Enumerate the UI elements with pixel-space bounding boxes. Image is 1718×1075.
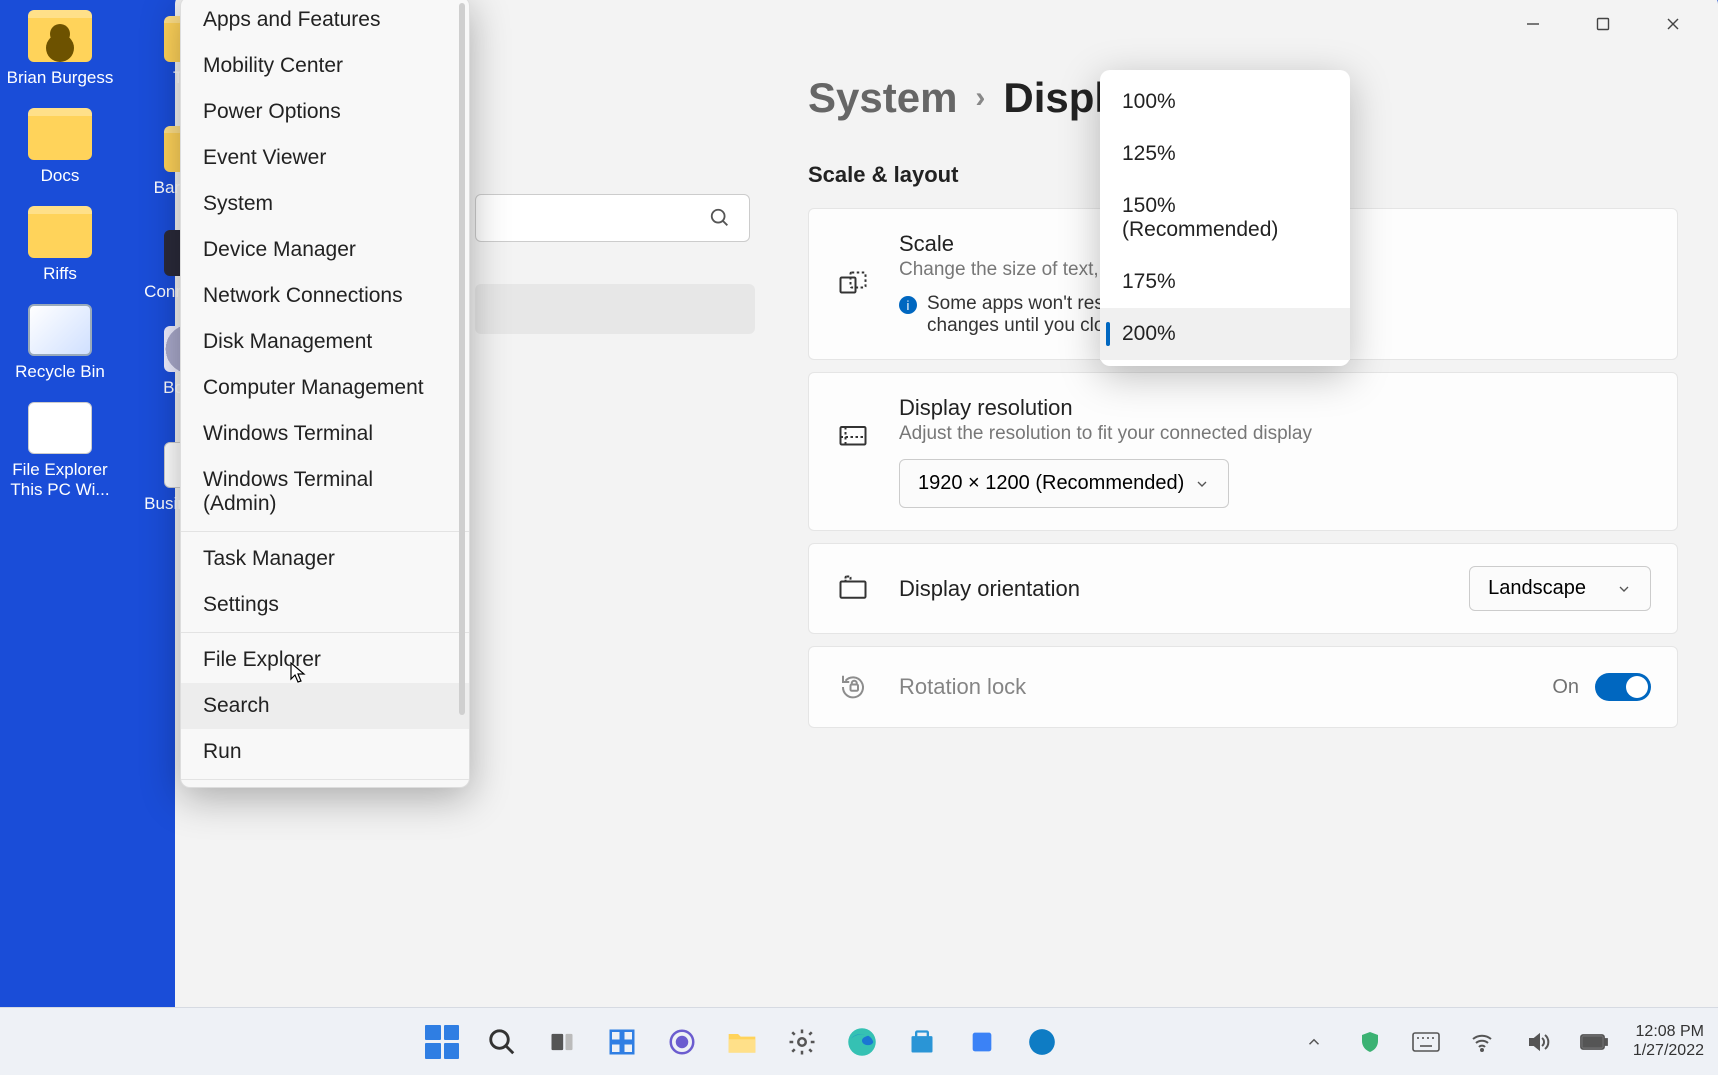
app2-button[interactable] <box>1017 1017 1067 1067</box>
taskbar: 12:08 PM 1/27/2022 <box>0 1007 1718 1075</box>
winx-separator <box>181 632 469 633</box>
orientation-select[interactable]: Landscape <box>1469 566 1651 611</box>
winx-mobility-center[interactable]: Mobility Center <box>181 43 469 89</box>
store-button[interactable] <box>897 1017 947 1067</box>
winx-menu: Apps and Features Mobility Center Power … <box>180 0 470 788</box>
info-icon: i <box>899 296 917 314</box>
scale-dropdown: 100% 125% 150% (Recommended) 175% 200% <box>1100 70 1350 366</box>
security-icon[interactable] <box>1345 1017 1395 1067</box>
chat-button[interactable] <box>657 1017 707 1067</box>
winx-windows-terminal[interactable]: Windows Terminal <box>181 411 469 457</box>
taskbar-time: 12:08 PM <box>1633 1023 1704 1041</box>
desktop-icon-user[interactable]: Brian Burgess <box>0 10 120 88</box>
search-icon <box>709 207 731 229</box>
resolution-desc: Adjust the resolution to fit your connec… <box>899 423 1651 445</box>
scale-icon <box>835 267 871 303</box>
resolution-select[interactable]: 1920 × 1200 (Recommended) <box>899 459 1229 508</box>
winx-system[interactable]: System <box>181 181 469 227</box>
chevron-right-icon: › <box>975 81 985 115</box>
desktop-icon-riffs[interactable]: Riffs <box>0 206 120 284</box>
desktop-icon-doc1[interactable]: File Explorer This PC Wi... <box>0 402 120 500</box>
desktop-icon-recyclebin[interactable]: Recycle Bin <box>0 304 120 382</box>
battery-icon[interactable] <box>1569 1017 1619 1067</box>
rotation-lock-icon <box>835 669 871 705</box>
winx-shutdown-signout[interactable]: Shut down or sign out › <box>181 784 469 788</box>
winx-run[interactable]: Run <box>181 729 469 775</box>
rotation-lock-card: Rotation lock On <box>808 646 1678 728</box>
chevron-down-icon <box>1616 581 1632 597</box>
rotation-state-label: On <box>1552 676 1579 699</box>
winx-computer-management[interactable]: Computer Management <box>181 365 469 411</box>
chevron-down-icon <box>1194 476 1210 492</box>
system-tray: 12:08 PM 1/27/2022 <box>1289 1017 1710 1067</box>
task-view-button[interactable] <box>537 1017 587 1067</box>
taskbar-center <box>417 1017 1067 1067</box>
winx-event-viewer[interactable]: Event Viewer <box>181 135 469 181</box>
maximize-button[interactable] <box>1568 4 1638 44</box>
winx-disk-management[interactable]: Disk Management <box>181 319 469 365</box>
rotation-title: Rotation lock <box>899 674 1026 700</box>
titlebar-controls <box>1498 4 1708 44</box>
winx-network-connections[interactable]: Network Connections <box>181 273 469 319</box>
taskbar-date: 1/27/2022 <box>1633 1042 1704 1060</box>
settings-taskbar-button[interactable] <box>777 1017 827 1067</box>
edge-button[interactable] <box>837 1017 887 1067</box>
taskbar-search-button[interactable] <box>477 1017 527 1067</box>
orientation-icon <box>835 571 871 607</box>
winx-separator <box>181 531 469 532</box>
close-button[interactable] <box>1638 4 1708 44</box>
winx-task-manager[interactable]: Task Manager <box>181 536 469 582</box>
app1-button[interactable] <box>957 1017 1007 1067</box>
rotation-toggle <box>1595 673 1651 701</box>
keyboard-icon[interactable] <box>1401 1017 1451 1067</box>
winx-file-explorer[interactable]: File Explorer <box>181 637 469 683</box>
winx-power-options[interactable]: Power Options <box>181 89 469 135</box>
wifi-icon[interactable] <box>1457 1017 1507 1067</box>
settings-search-input[interactable] <box>475 194 750 242</box>
winx-apps-features[interactable]: Apps and Features <box>181 0 469 43</box>
taskbar-clock[interactable]: 12:08 PM 1/27/2022 <box>1633 1023 1704 1060</box>
scale-option-200[interactable]: 200% <box>1100 308 1350 360</box>
desktop-icon-docs[interactable]: Docs <box>0 108 120 186</box>
scale-option-125[interactable]: 125% <box>1100 128 1350 180</box>
breadcrumb-parent[interactable]: System <box>808 74 957 122</box>
orientation-card[interactable]: Display orientation Landscape <box>808 543 1678 634</box>
file-explorer-button[interactable] <box>717 1017 767 1067</box>
scale-option-100[interactable]: 100% <box>1100 76 1350 128</box>
winx-search[interactable]: Search <box>181 683 469 729</box>
resolution-icon <box>835 419 871 455</box>
minimize-button[interactable] <box>1498 4 1568 44</box>
resolution-card[interactable]: Display resolution Adjust the resolution… <box>808 372 1678 531</box>
widgets-button[interactable] <box>597 1017 647 1067</box>
sidebar-selected-system[interactable] <box>475 284 755 334</box>
volume-icon[interactable] <box>1513 1017 1563 1067</box>
tray-overflow-button[interactable] <box>1289 1017 1339 1067</box>
orientation-title: Display orientation <box>899 576 1080 602</box>
winx-windows-terminal-admin[interactable]: Windows Terminal (Admin) <box>181 457 469 527</box>
start-button[interactable] <box>417 1017 467 1067</box>
scale-option-175[interactable]: 175% <box>1100 256 1350 308</box>
winx-separator <box>181 779 469 780</box>
resolution-title: Display resolution <box>899 395 1651 421</box>
winx-settings[interactable]: Settings <box>181 582 469 628</box>
resolution-value: 1920 × 1200 (Recommended) <box>918 472 1184 495</box>
winx-device-manager[interactable]: Device Manager <box>181 227 469 273</box>
orientation-value: Landscape <box>1488 577 1586 600</box>
scale-option-150[interactable]: 150% (Recommended) <box>1100 180 1350 256</box>
